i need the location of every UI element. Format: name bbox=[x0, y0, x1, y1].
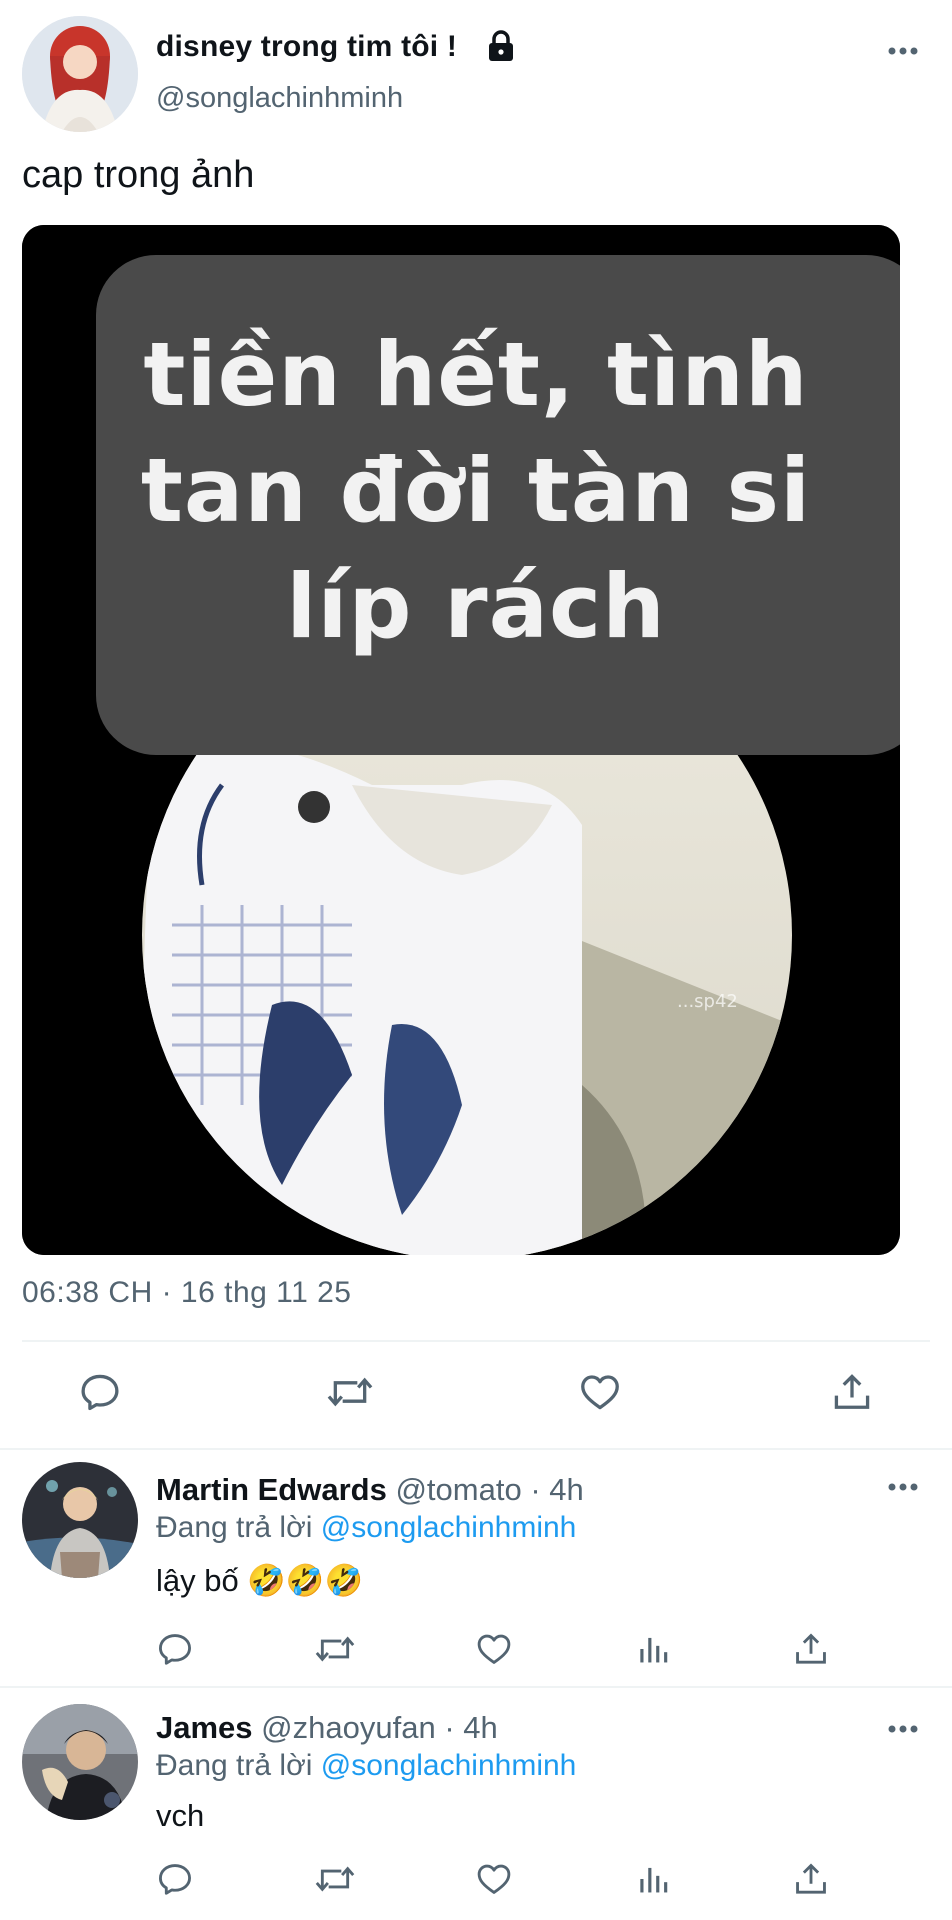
analytics-icon[interactable] bbox=[634, 1860, 672, 1898]
like-icon[interactable] bbox=[475, 1860, 513, 1898]
like-icon[interactable] bbox=[475, 1630, 513, 1668]
replying-to: Đang trả lời @songlachinhminh bbox=[156, 1749, 576, 1783]
replying-to: Đang trả lời @songlachinhminh bbox=[156, 1511, 576, 1545]
reply-item[interactable]: James @zhaoyufan · 4h Đang trả lời @song… bbox=[0, 1688, 952, 1920]
reply-author-handle[interactable]: @zhaoyufan bbox=[261, 1710, 436, 1745]
share-icon[interactable] bbox=[830, 1370, 874, 1414]
image-watermark: ...sp42 bbox=[677, 991, 738, 1012]
reply-icon[interactable] bbox=[78, 1370, 122, 1414]
author-name[interactable]: disney trong tim tôi ! bbox=[156, 30, 457, 64]
share-icon[interactable] bbox=[792, 1860, 830, 1898]
tweet-timestamp[interactable]: 06:38 CH · 16 thg 11 25 bbox=[22, 1276, 352, 1310]
mention-link[interactable]: @songlachinhminh bbox=[321, 1749, 577, 1782]
more-options-icon[interactable] bbox=[888, 46, 918, 56]
reply-text: vch bbox=[156, 1798, 205, 1833]
retweet-icon[interactable] bbox=[326, 1370, 374, 1414]
dot-separator: · bbox=[444, 1710, 455, 1745]
reply-text: lậy bố 🤣🤣🤣 bbox=[156, 1563, 364, 1598]
image-caption-text: tiền hết, tình tan đời tàn si líp rách bbox=[140, 323, 812, 658]
reply-time[interactable]: 4h bbox=[549, 1472, 583, 1507]
reply-author-handle[interactable]: @tomato bbox=[395, 1472, 521, 1507]
share-icon[interactable] bbox=[792, 1630, 830, 1668]
analytics-icon[interactable] bbox=[634, 1630, 672, 1668]
reply-item[interactable]: Martin Edwards @tomato · 4h Đang trả lời… bbox=[0, 1450, 952, 1686]
reply-header: James @zhaoyufan · 4h bbox=[156, 1710, 498, 1746]
replying-label: Đang trả lời bbox=[156, 1749, 313, 1782]
main-tweet: disney trong tim tôi ! @songlachinhminh … bbox=[0, 0, 952, 1448]
reply-avatar[interactable] bbox=[22, 1704, 138, 1820]
like-icon[interactable] bbox=[578, 1370, 622, 1414]
author-avatar[interactable] bbox=[22, 16, 138, 132]
reply-avatar[interactable] bbox=[22, 1462, 138, 1578]
reply-time[interactable]: 4h bbox=[463, 1710, 497, 1745]
author-handle[interactable]: @songlachinhminh bbox=[156, 82, 403, 115]
reply-author-name[interactable]: James bbox=[156, 1710, 253, 1745]
retweet-icon[interactable] bbox=[314, 1630, 356, 1668]
reply-icon[interactable] bbox=[156, 1860, 194, 1898]
reply-header: Martin Edwards @tomato · 4h bbox=[156, 1472, 584, 1508]
tweet-media-image[interactable]: ...sp42 tiền hết, tình tan đời tàn si lí… bbox=[22, 225, 900, 1255]
reply-author-name[interactable]: Martin Edwards bbox=[156, 1472, 387, 1507]
divider bbox=[22, 1340, 930, 1342]
tweet-text: cap trong ảnh bbox=[22, 154, 255, 196]
lock-icon bbox=[486, 30, 516, 62]
replying-label: Đang trả lời bbox=[156, 1511, 313, 1544]
more-options-icon[interactable] bbox=[888, 1482, 918, 1492]
retweet-icon[interactable] bbox=[314, 1860, 356, 1898]
dot-separator: · bbox=[530, 1472, 541, 1507]
more-options-icon[interactable] bbox=[888, 1724, 918, 1734]
reply-icon[interactable] bbox=[156, 1630, 194, 1668]
mention-link[interactable]: @songlachinhminh bbox=[321, 1511, 577, 1544]
